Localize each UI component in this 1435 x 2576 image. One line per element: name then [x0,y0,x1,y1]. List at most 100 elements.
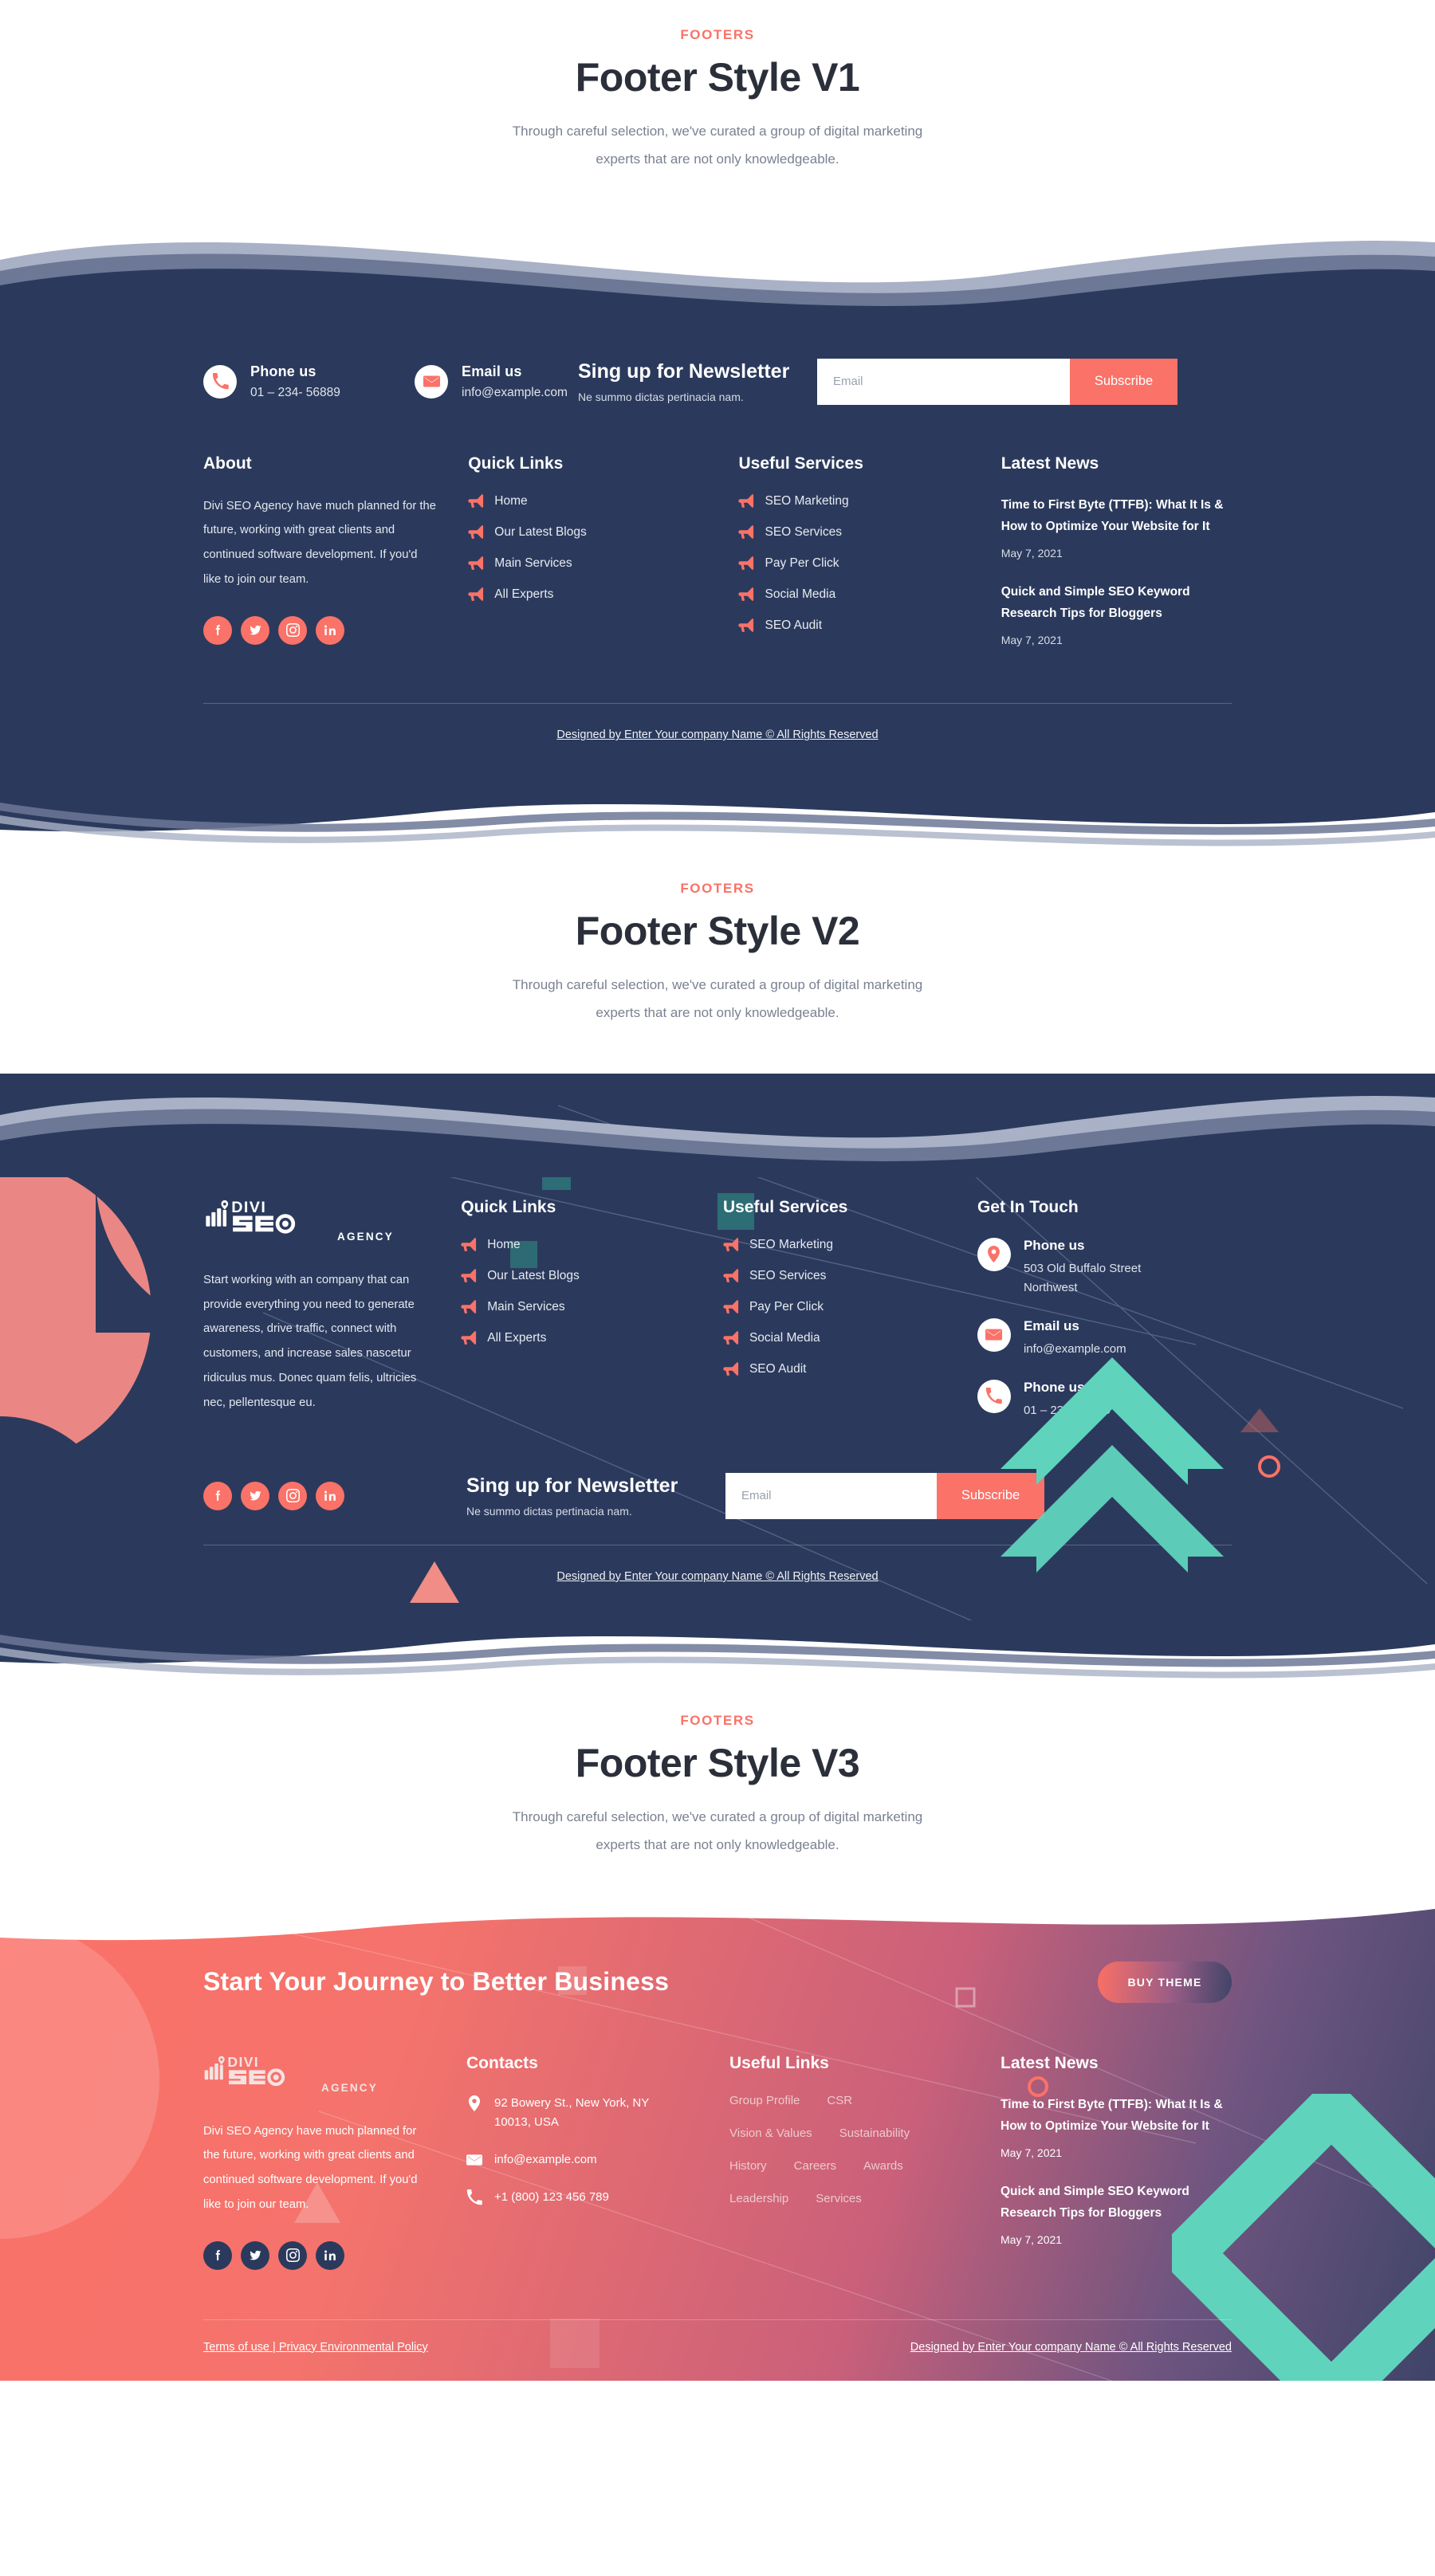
wave-bottom-v2 [0,1620,1435,1684]
service-link[interactable]: Pay Per Click [765,556,839,571]
news-date: May 7, 2021 [1001,634,1063,647]
contact-address[interactable]: 92 Bowery St., New York, NY 10013, USA [466,2094,729,2132]
contact-phone[interactable]: +1 (800) 123 456 789 [466,2188,729,2207]
list-item[interactable]: Our Latest Blogs [468,525,738,540]
footer-v2: DIVI AGENCY Start working with an compan… [0,1073,1435,1620]
instagram-icon[interactable] [278,1481,307,1510]
megaphone-icon [738,618,754,632]
copyright-link[interactable]: Designed by Enter Your company Name © Al… [556,1570,878,1583]
quick-link[interactable]: Home [494,494,527,509]
contact-value: info@example.com [494,2152,597,2166]
quick-link[interactable]: Our Latest Blogs [487,1269,579,1283]
svg-text:DIVI: DIVI [227,2054,259,2070]
news-title-link[interactable]: Time to First Byte (TTFB): What It Is & … [1001,2094,1232,2137]
contact-address[interactable]: Phone us 503 Old Buffalo Street Northwes… [977,1237,1232,1298]
contact-phone[interactable]: Phone us 01 – 234- 56889 [977,1379,1232,1420]
useful-link[interactable]: Services [816,2192,862,2205]
email-input[interactable] [725,1472,937,1519]
instagram-icon[interactable] [278,615,307,645]
list-item[interactable]: SEO Services [723,1269,977,1283]
linkedin-icon[interactable] [316,615,344,645]
intro-section-v2: FOOTERS Footer Style V2 Through careful … [0,852,1435,1074]
about-column: About Divi SEO Agency have much planned … [203,454,468,669]
useful-link[interactable]: CSR [827,2094,852,2107]
useful-link[interactable]: Sustainability [839,2126,910,2140]
contact-label: Phone us [1023,1379,1085,1395]
useful-link[interactable]: Careers [794,2159,836,2173]
map-pin-icon [977,1237,1011,1271]
contact-email[interactable]: Email us info@example.com [415,363,578,400]
list-item[interactable]: Home [468,494,738,509]
list-item[interactable]: Pay Per Click [723,1300,977,1314]
twitter-icon[interactable] [241,2240,269,2270]
list-item[interactable]: All Experts [461,1331,723,1345]
list-item[interactable]: Our Latest Blogs [461,1269,723,1283]
quick-link[interactable]: Main Services [487,1300,564,1314]
divi-seo-logo-icon: DIVI [206,1199,296,1234]
service-link[interactable]: Social Media [749,1331,820,1345]
coral-ring-icon [1258,1455,1280,1478]
service-link[interactable]: SEO Services [749,1269,826,1283]
page-title: Footer Style V2 [575,909,860,954]
buy-theme-button[interactable]: BUY THEME [1098,1961,1232,2003]
subscribe-button[interactable]: Subscribe [937,1472,1044,1519]
brand-logo[interactable]: DIVI AGENCY [203,1198,429,1247]
quick-link[interactable]: Our Latest Blogs [494,525,586,540]
copyright-bar-v2: Designed by Enter Your company Name © Al… [203,1545,1232,1620]
quick-link[interactable]: Main Services [494,556,572,571]
list-item[interactable]: SEO Audit [723,1362,977,1376]
list-item[interactable]: SEO Marketing [738,494,1001,509]
email-input[interactable] [817,358,1070,405]
service-link[interactable]: SEO Services [765,525,841,540]
quick-links-column: Quick Links Home Our Latest Blogs Main S… [468,454,738,669]
twitter-icon[interactable] [241,615,269,645]
page-title: Footer Style V1 [575,55,860,100]
useful-link[interactable]: Leadership [729,2192,788,2205]
twitter-icon[interactable] [241,1481,269,1510]
news-title-link[interactable]: Quick and Simple SEO Keyword Research Ti… [1001,581,1232,624]
list-item[interactable]: SEO Marketing [723,1238,977,1252]
service-link[interactable]: SEO Audit [765,618,822,633]
facebook-icon[interactable] [203,1481,232,1510]
megaphone-icon [738,494,754,508]
quick-link[interactable]: Home [487,1238,520,1252]
list-item[interactable]: Pay Per Click [738,556,1001,571]
useful-link[interactable]: Vision & Values [729,2126,812,2140]
brand-logo[interactable]: DIVI AGENCY [203,2054,431,2099]
list-item[interactable]: Home [461,1238,723,1252]
news-title-link[interactable]: Time to First Byte (TTFB): What It Is & … [1001,494,1232,537]
facebook-icon[interactable] [203,615,232,645]
copyright-link[interactable]: Designed by Enter Your company Name © Al… [910,2341,1232,2354]
quick-link[interactable]: All Experts [494,587,553,602]
facebook-icon[interactable] [203,2240,232,2270]
contact-email[interactable]: info@example.com [466,2150,729,2170]
service-link[interactable]: Pay Per Click [749,1300,824,1314]
service-link[interactable]: SEO Marketing [765,494,848,509]
list-item[interactable]: SEO Services [738,525,1001,540]
copyright-link[interactable]: Designed by Enter Your company Name © Al… [556,728,878,741]
envelope-icon [977,1317,1011,1352]
useful-link[interactable]: Group Profile [729,2094,800,2107]
terms-link[interactable]: Terms of use | Privacy Environmental Pol… [203,2341,428,2354]
linkedin-icon[interactable] [316,2240,344,2270]
list-item[interactable]: Social Media [723,1331,977,1345]
subscribe-button[interactable]: Subscribe [1070,358,1177,405]
list-item[interactable]: All Experts [468,587,738,602]
service-link[interactable]: SEO Audit [749,1362,807,1376]
contact-phone[interactable]: Phone us 01 – 234- 56889 [203,363,415,400]
useful-link[interactable]: Awards [863,2159,903,2173]
intro-section-v1: FOOTERS Footer Style V1 Through careful … [0,0,1435,218]
instagram-icon[interactable] [278,2240,307,2270]
service-link[interactable]: Social Media [765,587,835,602]
quick-link[interactable]: All Experts [487,1331,546,1345]
list-item[interactable]: Main Services [468,556,738,571]
list-item[interactable]: SEO Audit [738,618,1001,633]
service-link[interactable]: SEO Marketing [749,1238,833,1252]
copyright-bar-v3: Terms of use | Privacy Environmental Pol… [203,2320,1232,2381]
news-title-link[interactable]: Quick and Simple SEO Keyword Research Ti… [1001,2181,1232,2224]
contact-email[interactable]: Email us info@example.com [977,1317,1232,1359]
list-item[interactable]: Main Services [461,1300,723,1314]
useful-link[interactable]: History [729,2159,767,2173]
linkedin-icon[interactable] [316,1481,344,1510]
list-item[interactable]: Social Media [738,587,1001,602]
